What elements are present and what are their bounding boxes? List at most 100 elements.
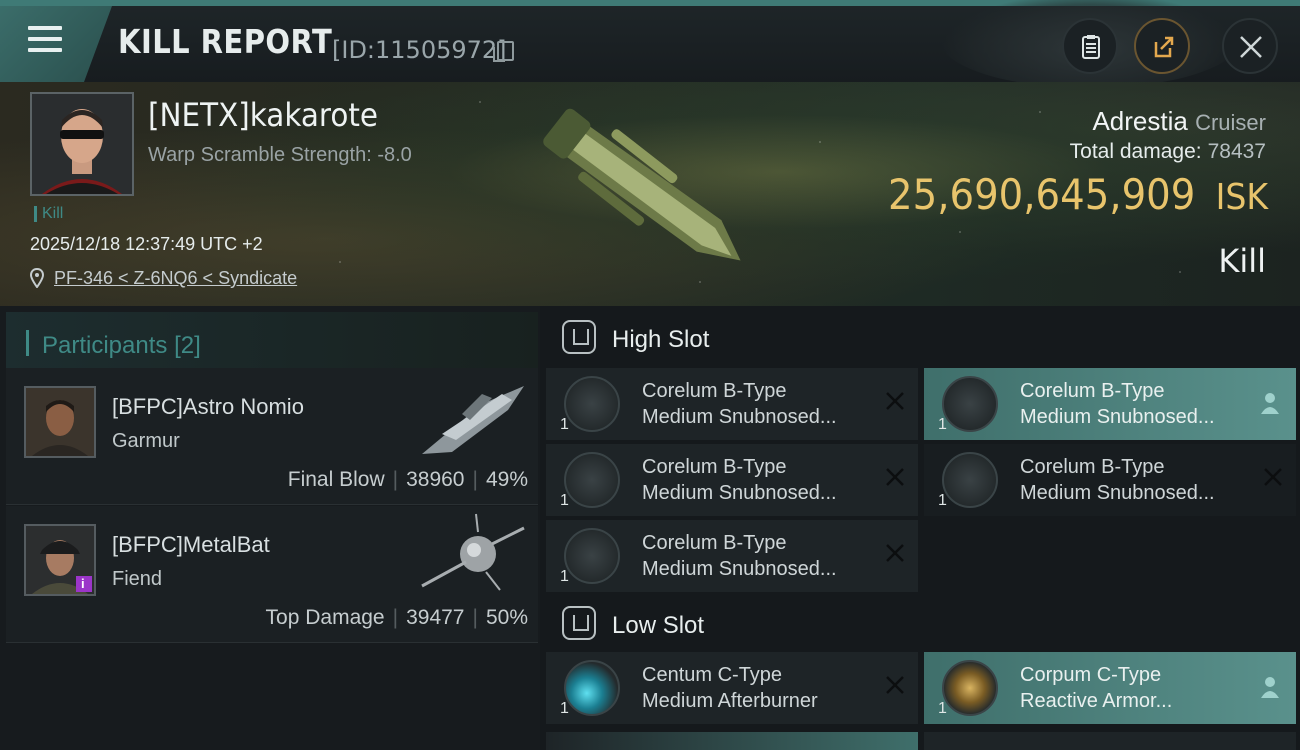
victim-ship[interactable]: Adrestia Cruiser [1092,106,1266,137]
victim-avatar[interactable] [30,92,134,196]
snubnosed-launcher-icon [564,452,620,508]
module-qty: 1 [938,492,947,509]
participant-avatar[interactable] [24,524,96,596]
victim-banner: [NETX]kakarote Warp Scramble Strength: -… [0,82,1300,306]
module-item-partial[interactable] [924,732,1296,750]
low-slot-icon [562,606,596,640]
destroyed-icon [1264,468,1282,486]
ship-class: Cruiser [1195,110,1266,135]
share-icon [1154,36,1174,58]
participant-avatar[interactable] [24,386,96,458]
participant-stats: Top Damage | 39477 | 50% [265,606,528,629]
warp-scramble-strength: Warp Scramble Strength: -8.0 [148,144,412,166]
module-qty: 1 [560,700,569,717]
destroyed-icon [886,392,904,410]
destroyed-icon [886,544,904,562]
snubnosed-launcher-icon [564,528,620,584]
module-type: Medium Snubnosed... [1020,406,1215,428]
participant-role: Final Blow [287,468,385,491]
reactive-armor-icon [942,660,998,716]
participant-name[interactable]: [BFPC]MetalBat [112,532,270,558]
dropped-person-icon [1261,393,1279,414]
low-slot-header: Low Slot [540,592,1300,652]
participant-percent: 50% [485,606,528,629]
share-button[interactable] [1134,18,1190,74]
participant-role: Top Damage [265,606,385,629]
participant-card[interactable]: [BFPC]Astro Nomio Garmur Final Blow | 3896… [6,368,538,505]
participant-ship-image [421,513,525,591]
module-item[interactable]: 1 Corpum C-Type Reactive Armor... [924,652,1296,724]
participant-name[interactable]: [BFPC]Astro Nomio [112,394,304,420]
afterburner-icon [564,660,620,716]
module-type: Medium Snubnosed... [642,558,837,580]
participant-ship-image [422,386,524,454]
portrait-image [32,94,132,194]
top-bar: KILL REPORT [ID:11505972] [0,0,1300,88]
module-qty: 1 [560,492,569,509]
total-damage: Total damage: 78437 [1070,140,1266,164]
module-item[interactable]: 1 Centum C-Type Medium Afterburner [546,652,918,724]
module-name: Corelum B-Type [642,456,787,478]
module-type: Medium Snubnosed... [642,406,837,428]
participant-card[interactable]: [BFPC]MetalBat Fiend Top Damage|39477|50… [6,506,538,643]
kill-id: [ID:11505972] [332,36,507,64]
module-item-partial[interactable] [546,732,918,750]
participants-count: [2] [174,332,201,359]
location-pin-icon [30,268,44,288]
participants-header[interactable]: Participants [2] [6,312,538,370]
kill-location-link[interactable]: PF-346 < Z-6NQ6 < Syndicate [54,268,297,289]
module-type: Medium Afterburner [642,690,818,712]
page-title: KILL REPORT [118,22,333,61]
module-name: Centum C-Type [642,664,783,686]
high-slot-title: High Slot [612,326,710,353]
module-type: Reactive Armor... [1020,690,1173,712]
close-button[interactable] [1222,18,1278,74]
module-name: Corelum B-Type [1020,380,1165,402]
module-qty: 1 [560,568,569,585]
module-item[interactable]: 1 Corelum B-Type Medium Snubnosed... [546,444,918,516]
close-icon [1240,36,1262,58]
module-type: Medium Snubnosed... [1020,482,1215,504]
module-name: Corpum C-Type [1020,664,1162,686]
isk-value: 25,690,645,909 ISK [888,170,1268,219]
kill-datetime: 2025/12/18 12:37:49 UTC +2 [30,234,263,254]
clipboard-icon [1082,35,1100,59]
module-item[interactable]: 1 Corelum B-Type Medium Snubnosed... [546,520,918,592]
module-name: Corelum B-Type [642,380,787,402]
dropped-person-icon [1261,677,1279,698]
clipboard-button[interactable] [1062,18,1118,74]
menu-icon [28,26,62,30]
module-qty: 1 [560,416,569,433]
kill-tag: Kill [34,206,63,222]
module-name: Corelum B-Type [642,532,787,554]
module-item[interactable]: 1 Corelum B-Type Medium Snubnosed... [924,444,1296,516]
menu-button[interactable] [0,6,112,82]
total-damage-label: Total damage: [1069,140,1202,163]
total-damage-value: 78437 [1207,140,1266,163]
participants-panel: Participants [2] [BFPC]Astro Nomio Garmu… [0,306,540,750]
module-item[interactable]: 1 Corelum B-Type Medium Snubnosed... [546,368,918,440]
participant-percent: 49% [485,468,528,491]
isk-currency: ISK [1215,177,1268,218]
module-name: Corelum B-Type [1020,456,1165,478]
snubnosed-launcher-icon [942,452,998,508]
participant-ship: Garmur [112,430,180,452]
participant-ship: Fiend [112,568,163,590]
copy-icon[interactable] [493,41,514,62]
module-qty: 1 [938,416,947,433]
participant-damage: 39477 [406,606,465,629]
victim-ship-image[interactable] [520,96,770,296]
participant-damage: 38960 [406,468,465,491]
destroyed-icon [886,468,904,486]
module-qty: 1 [938,700,947,717]
isk-amount: 25,690,645,909 [887,170,1196,219]
destroyed-icon [886,676,904,694]
high-slot-icon [562,320,596,354]
participant-stats: Final Blow | 38960 | 49% [287,468,528,491]
module-type: Medium Snubnosed... [642,482,837,504]
module-item[interactable]: 1 Corelum B-Type Medium Snubnosed... [924,368,1296,440]
participants-title: Participants [42,332,168,359]
info-badge-icon [76,576,92,592]
low-slot-title: Low Slot [612,612,705,639]
victim-name[interactable]: [NETX]kakarote [148,96,378,134]
